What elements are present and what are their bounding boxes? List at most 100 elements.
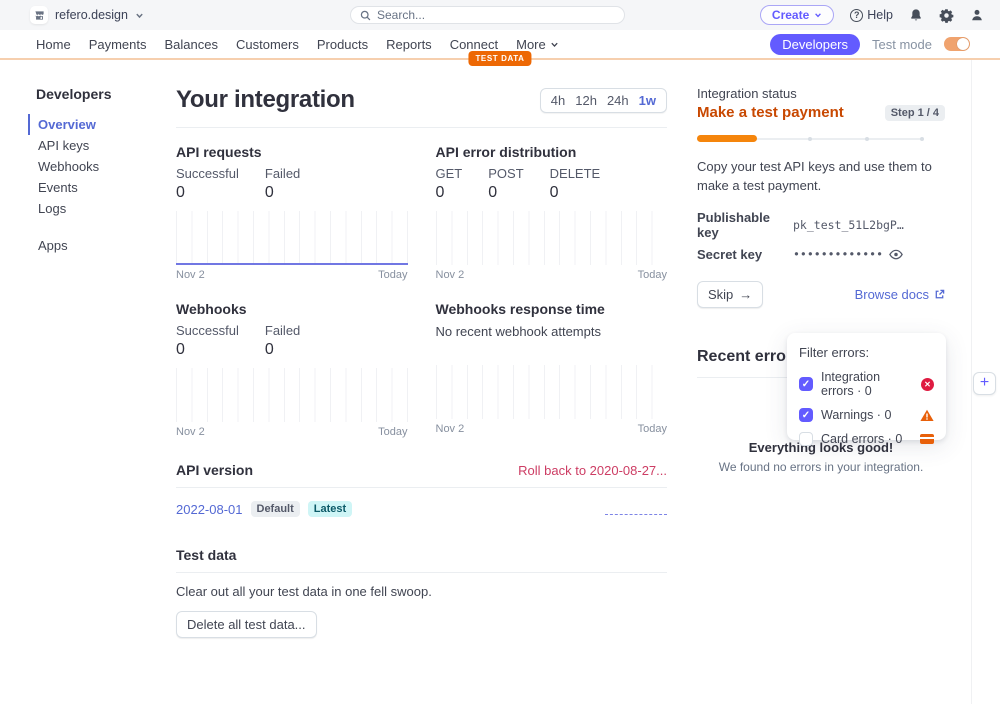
stat-label: Failed (265, 323, 300, 338)
checkbox-checked[interactable]: ✓ (799, 408, 813, 422)
search-icon (360, 10, 371, 21)
nav-item-reports[interactable]: Reports (386, 37, 432, 52)
nav-item-payments[interactable]: Payments (89, 37, 147, 52)
test-mode-label: Test mode (872, 37, 932, 52)
secret-key-label: Secret key (697, 247, 793, 262)
axis-start-label: Nov 2 (176, 426, 205, 438)
checkbox-unchecked[interactable] (799, 432, 813, 446)
section-title: Test data (176, 547, 236, 563)
notifications-bell-icon[interactable] (909, 8, 923, 22)
default-badge: Default (251, 501, 300, 517)
brand-name: refero.design (55, 8, 128, 22)
nav-item-home[interactable]: Home (36, 37, 71, 52)
settings-gear-icon[interactable] (939, 8, 954, 23)
api-version-link[interactable]: 2022-08-01 (176, 502, 243, 517)
axis-start-label: Nov 2 (176, 269, 205, 281)
account-switcher[interactable]: refero.design (30, 6, 144, 24)
filter-option-card-errors[interactable]: Card errors · 0 (799, 432, 934, 446)
nav-item-connect[interactable]: Connect (450, 37, 498, 52)
nav-item-balances[interactable]: Balances (165, 37, 218, 52)
sidebar-item-api-keys[interactable]: API keys (28, 135, 176, 156)
test-mode-toggle[interactable] (944, 37, 970, 51)
help-button[interactable]: ? Help (850, 8, 893, 22)
browse-docs-label: Browse docs (855, 287, 929, 302)
chart-title: API requests (176, 144, 408, 160)
store-logo-icon (30, 6, 48, 24)
page-title: Your integration (176, 86, 355, 114)
empty-state-text: We found no errors in your integration. (697, 460, 945, 474)
sidebar-item-webhooks[interactable]: Webhooks (28, 156, 176, 177)
vertical-divider (971, 60, 972, 704)
stat-get: GET 0 (436, 166, 463, 202)
publishable-key-value[interactable]: pk_test_51L2bgP… (793, 218, 904, 232)
stat-successful: Successful 0 (176, 166, 239, 202)
secret-key-value[interactable]: ••••••••••••• (793, 247, 883, 261)
stat-label: POST (488, 166, 523, 181)
recent-errors-title: Recent errors (697, 348, 801, 366)
toggle-knob (957, 38, 969, 50)
axis-start-label: Nov 2 (436, 423, 465, 435)
error-circle-icon: ✕ (921, 378, 934, 391)
browse-docs-link[interactable]: Browse docs (855, 287, 945, 302)
sidebar-item-events[interactable]: Events (28, 177, 176, 198)
rollback-link[interactable]: Roll back to 2020-08-27... (518, 463, 667, 478)
sidebar-item-apps[interactable]: Apps (28, 235, 176, 256)
chart-plot-area (436, 365, 668, 419)
create-button[interactable]: Create (760, 5, 834, 25)
progress-dot (920, 137, 924, 141)
arrow-right-icon: → (739, 287, 752, 302)
integration-description: Copy your test API keys and use them to … (697, 158, 945, 196)
axis-start-label: Nov 2 (436, 269, 465, 281)
divider (176, 572, 667, 573)
warning-triangle-icon (920, 409, 934, 422)
latest-badge: Latest (308, 501, 352, 517)
step-badge: Step 1 / 4 (885, 105, 945, 121)
filter-option-label: Integration errors · 0 (821, 370, 913, 398)
nav-item-products[interactable]: Products (317, 37, 368, 52)
search-input[interactable] (377, 8, 615, 22)
help-label: Help (867, 8, 893, 22)
range-option-12h[interactable]: 12h (575, 93, 597, 108)
divider (176, 127, 667, 128)
publishable-key-label: Publishable key (697, 210, 793, 240)
integration-step-title: Make a test payment (697, 104, 844, 121)
stat-value: 0 (265, 184, 300, 202)
profile-avatar-icon[interactable] (970, 8, 984, 22)
sidebar-item-logs[interactable]: Logs (28, 198, 176, 219)
delete-test-data-button[interactable]: Delete all test data... (176, 611, 317, 638)
range-option-4h[interactable]: 4h (551, 93, 565, 108)
chart-card-api-requests: API requests Successful 0 Failed 0 N (176, 144, 408, 281)
api-version-section: API version Roll back to 2020-08-27... 2… (176, 462, 667, 517)
chart-title: Webhooks response time (436, 301, 668, 317)
filter-option-warnings[interactable]: ✓ Warnings · 0 (799, 408, 934, 422)
sidebar-item-overview[interactable]: Overview (28, 114, 176, 135)
axis-end-label: Today (638, 269, 667, 281)
upgrade-hint-underline[interactable] (605, 503, 667, 515)
chevron-down-icon (550, 40, 559, 49)
question-icon: ? (850, 9, 863, 22)
skip-button[interactable]: Skip → (697, 281, 763, 308)
stat-value: 0 (488, 184, 523, 202)
stat-failed: Failed 0 (265, 166, 300, 202)
chart-card-webhooks-response-time: Webhooks response time No recent webhook… (436, 301, 668, 438)
filter-option-integration-errors[interactable]: ✓ Integration errors · 0 ✕ (799, 370, 934, 398)
section-title: API version (176, 462, 253, 478)
filter-errors-popover: Filter errors: ✓ Integration errors · 0 … (787, 333, 946, 440)
card-icon (920, 434, 934, 444)
range-option-1w-selected[interactable]: 1w (639, 93, 656, 108)
stat-value: 0 (550, 184, 601, 202)
add-widget-button[interactable]: + (973, 372, 996, 395)
time-range-selector: 4h 12h 24h 1w (540, 88, 667, 113)
reveal-eye-icon[interactable] (889, 249, 903, 260)
stat-value: 0 (436, 184, 463, 202)
stat-label: DELETE (550, 166, 601, 181)
chart-title: API error distribution (436, 144, 668, 160)
chevron-down-icon (814, 11, 822, 19)
chart-card-api-error-distribution: API error distribution GET 0 POST 0 DELE… (436, 144, 668, 281)
developers-pill-button[interactable]: Developers (770, 34, 860, 55)
nav-item-more[interactable]: More (516, 37, 559, 52)
range-option-24h[interactable]: 24h (607, 93, 629, 108)
checkbox-checked[interactable]: ✓ (799, 377, 813, 391)
nav-item-customers[interactable]: Customers (236, 37, 299, 52)
search-bar[interactable] (350, 6, 625, 24)
